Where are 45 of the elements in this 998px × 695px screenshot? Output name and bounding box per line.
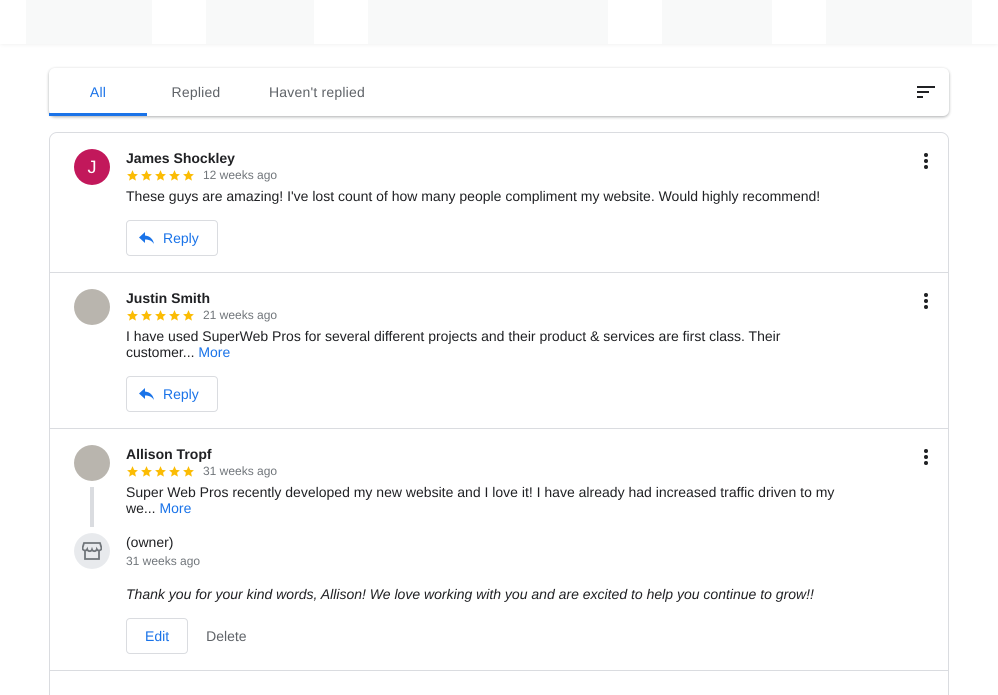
star-icon [140,464,153,478]
more-options-icon[interactable] [924,293,928,309]
star-icon [154,308,167,322]
review-text: These guys are amazing! I've lost count of how many people compliment my website. Would highly recommend! [126,188,822,204]
more-options-icon[interactable] [924,449,928,465]
star-icon [126,464,139,478]
owner-reply-text: Thank you for your kind words, Allison! We love working with you and are excited to help you continue to grow!! [126,586,815,602]
avatar-photo-placeholder [74,289,110,325]
star-icon [126,168,139,182]
star-icon [182,464,195,478]
store-icon-avatar [74,533,110,569]
reviewer-name: Allison Tropf [126,445,213,463]
reviewer-name: Justin Smith [126,289,212,307]
reply-arrow-icon [139,388,155,400]
reviewer-name: James Shockley [126,149,236,167]
star-icon [154,168,167,182]
more-options-icon[interactable] [924,153,928,169]
reply-arrow-icon [139,232,155,244]
delete-button[interactable]: Delete [196,618,257,654]
review-time: 21 weeks ago [203,308,278,322]
star-icon [168,464,181,478]
filter-tab[interactable]: Replied [147,68,245,116]
star-icon [182,168,195,182]
filter-tab[interactable]: Haven't replied [245,68,389,116]
reply-button[interactable]: Reply [126,220,218,256]
more-link[interactable]: More [159,500,192,516]
star-icon [168,308,181,322]
star-icon [126,308,139,322]
star-icon [168,168,181,182]
avatar-photo-placeholder [74,445,110,481]
review-time: 12 weeks ago [203,168,278,182]
letter-avatar: J [74,149,110,185]
review-text: I have used SuperWeb Pros for several different projects and their product & services are first class. Their customer... More [126,328,782,360]
star-icon [154,464,167,478]
reply-time: 31 weeks ago [126,554,202,568]
reply-button[interactable]: Reply [126,376,218,412]
star-icon [140,168,153,182]
filter-tab[interactable]: All [49,68,147,116]
more-link[interactable]: More [198,344,230,360]
review-time: 31 weeks ago [203,464,278,478]
review-text: Super Web Pros recently developed my new website and I love it! I have already had increased traffic driven to my we... More [126,484,836,516]
owner-label: (owner) [126,533,174,551]
edit-button[interactable]: Edit [126,618,188,654]
star-icon [140,308,153,322]
star-icon [182,308,195,322]
